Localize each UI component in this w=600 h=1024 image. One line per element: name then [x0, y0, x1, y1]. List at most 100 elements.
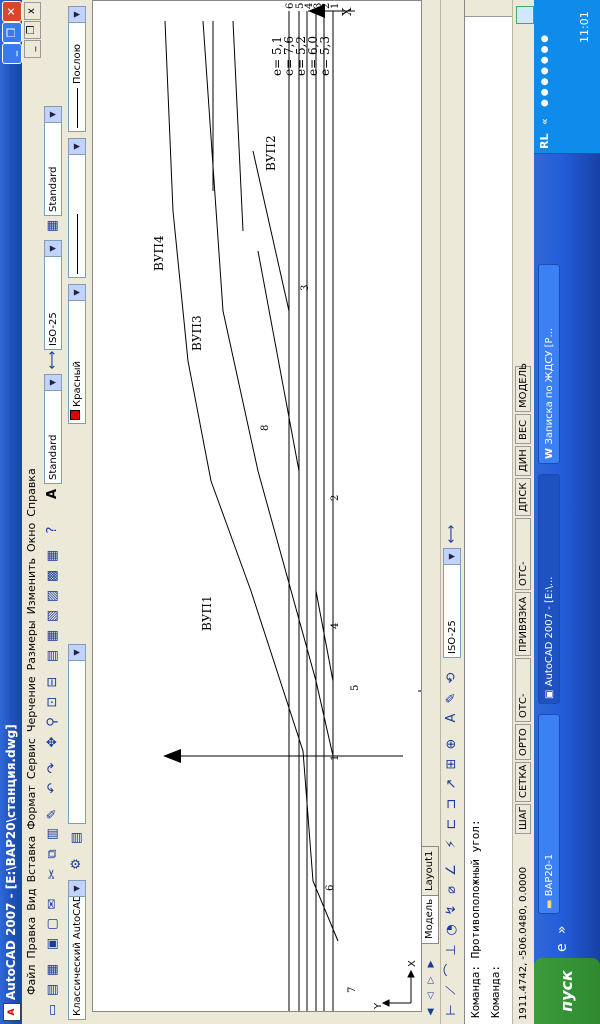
chevron-down-icon[interactable]: ▼ — [69, 645, 85, 661]
tray-chevron-icon[interactable]: « — [538, 118, 551, 125]
menu-modify[interactable]: Изменить — [22, 555, 42, 617]
layer-select[interactable]: ▼ — [68, 644, 86, 824]
copy-icon[interactable]: ⧉ — [43, 844, 63, 864]
menu-format[interactable]: Формат — [22, 782, 42, 833]
menu-window[interactable]: Окно — [22, 520, 42, 555]
menu-help[interactable]: Справка — [22, 465, 42, 519]
otrack-button[interactable]: ОТС-ОБЪЕКТ — [515, 518, 545, 590]
start-button[interactable]: пуск — [534, 958, 600, 1024]
dyn-button[interactable]: ДИН — [515, 446, 531, 476]
chevron-down-icon[interactable]: ▼ — [69, 881, 85, 897]
help-icon[interactable]: ? — [43, 520, 63, 540]
osnap-button[interactable]: ПРИВЯЗКА — [515, 592, 531, 656]
taskbar-item-autocad[interactable]: ▣ AutoCAD 2007 - [E:\... — [538, 474, 560, 704]
doc-close-button[interactable]: x — [24, 2, 41, 20]
drawing-canvas[interactable]: ВУП1 ВУП2 ВУП3 ВУП4 e= 5,1 e= 7,6 e= 5,2… — [93, 0, 422, 1011]
model-button[interactable]: МОДЕЛЬ — [515, 363, 531, 412]
menu-dimension[interactable]: Размеры — [22, 617, 42, 673]
continue-dim-icon[interactable]: ⊐ — [442, 794, 462, 814]
markup-icon[interactable]: ▩ — [43, 566, 63, 586]
chevron-down-icon[interactable]: ▼ — [45, 107, 61, 123]
open-icon[interactable]: ▤ — [43, 980, 63, 1000]
plot-icon[interactable]: ▣ — [43, 934, 63, 954]
autocad-app-icon[interactable]: A — [3, 1003, 21, 1021]
tray-icons[interactable]: ● ● ● ● ● ● ● — [540, 35, 550, 107]
text-style-select[interactable]: Standard ▼ — [44, 374, 62, 484]
ordinate-dim-icon[interactable]: ⊥ — [442, 940, 462, 960]
taskbar-item-folder[interactable]: ▬ ВАР20-1 — [538, 714, 560, 914]
radius-dim-icon[interactable]: ◔ — [442, 920, 462, 940]
dim-text-edit-icon[interactable]: ✎ — [442, 688, 462, 708]
design-center-icon[interactable]: ▦ — [43, 626, 63, 646]
menu-edit[interactable]: Правка — [22, 914, 42, 962]
chevron-down-icon[interactable]: ▼ — [45, 375, 61, 391]
arc-length-icon[interactable]: ⌒ — [442, 960, 462, 980]
quick-leader-icon[interactable]: ↗ — [442, 774, 462, 794]
zoom-realtime-icon[interactable]: ⚲ — [43, 712, 63, 732]
language-indicator[interactable]: RL — [538, 134, 551, 149]
tab-model[interactable]: Модель — [422, 893, 439, 944]
properties-icon[interactable]: ▤ — [43, 646, 63, 666]
calc-icon[interactable]: ▦ — [43, 546, 63, 566]
menu-draw[interactable]: Черчение — [22, 673, 42, 735]
save-icon[interactable]: ▦ — [43, 960, 63, 980]
grid-button[interactable]: СЕТКА — [515, 762, 531, 802]
dim-style-select-2[interactable]: ISO-25 ▼ — [443, 548, 461, 658]
zoom-window-icon[interactable]: ⊡ — [43, 692, 63, 712]
drawing-area[interactable]: ВУП1 ВУП2 ВУП3 ВУП4 e= 5,1 e= 7,6 e= 5,2… — [92, 0, 422, 1012]
quick-dim-icon[interactable]: ⚡ — [442, 834, 462, 854]
polar-button[interactable]: ОТС-ПОЛЯР — [515, 658, 545, 722]
dim-style-select[interactable]: ISO-25 ▼ — [44, 240, 62, 350]
angular-dim-icon[interactable]: ∠ — [442, 860, 462, 880]
ie-icon[interactable]: e — [554, 943, 570, 952]
ortho-button[interactable]: ОРТО — [515, 724, 531, 760]
match-prop-icon[interactable]: ✎ — [43, 804, 63, 824]
workspace-settings-icon[interactable]: ⚙ — [67, 854, 87, 874]
layer-manager-icon[interactable]: ▤ — [67, 828, 87, 848]
snap-button[interactable]: ШАГ — [515, 804, 531, 834]
ducs-button[interactable]: ДПСК — [515, 478, 531, 516]
pan-icon[interactable]: ✥ — [43, 732, 63, 752]
tab-layout1[interactable]: Layout1 — [422, 845, 439, 896]
baseline-dim-icon[interactable]: ⊏ — [442, 814, 462, 834]
chevron-down-icon[interactable]: ▼ — [444, 549, 460, 565]
chevron-down-icon[interactable]: ▼ — [45, 241, 61, 257]
preview-icon[interactable]: ▢ — [43, 914, 63, 934]
dim-update-icon[interactable]: ⟲ — [442, 668, 462, 688]
cut-icon[interactable]: ✂ — [43, 864, 63, 884]
redo-icon[interactable]: ↷ — [43, 758, 63, 778]
lwt-button[interactable]: ВЕС — [515, 414, 531, 444]
chevron-down-icon[interactable]: ▼ — [69, 7, 85, 23]
new-icon[interactable]: ▭ — [43, 1000, 63, 1020]
doc-minimize-button[interactable]: _ — [24, 40, 41, 58]
command-scrollbar[interactable] — [465, 0, 513, 17]
tool-palettes-icon[interactable]: ▧ — [43, 606, 63, 626]
tray-settings-icon[interactable] — [516, 6, 534, 24]
center-mark-icon[interactable]: ⊕ — [442, 734, 462, 754]
doc-restore-button[interactable]: ❐ — [24, 21, 41, 39]
paste-icon[interactable]: ▥ — [43, 824, 63, 844]
menu-insert[interactable]: Вставка — [22, 833, 42, 886]
undo-icon[interactable]: ↶ — [43, 778, 63, 798]
last-tab-icon[interactable]: ▶ — [421, 954, 441, 974]
show-desktop-icon[interactable]: » — [554, 925, 570, 934]
linetype-select[interactable]: ▼ — [68, 138, 86, 278]
chevron-down-icon[interactable]: ▼ — [69, 139, 85, 155]
diameter-dim-icon[interactable]: ⌀ — [442, 880, 462, 900]
aligned-dim-icon[interactable]: ⟋ — [442, 980, 462, 1000]
taskbar-item-word[interactable]: W Записка по ЖДСУ [Р... — [538, 264, 560, 464]
document-icon[interactable] — [22, 998, 42, 1024]
menu-file[interactable]: Файл — [22, 962, 42, 998]
minimize-button[interactable]: _ — [2, 43, 22, 64]
restore-button[interactable]: ❐ — [2, 22, 22, 43]
command-prompt[interactable]: Команда: — [489, 965, 502, 1018]
menu-tools[interactable]: Сервис — [22, 735, 42, 782]
zoom-previous-icon[interactable]: ⊟ — [43, 672, 63, 692]
lineweight-select[interactable]: Послою ▼ — [68, 6, 86, 132]
dim-edit-icon[interactable]: A — [442, 708, 462, 728]
tolerance-icon[interactable]: ⊞ — [442, 754, 462, 774]
chevron-down-icon[interactable]: ▼ — [69, 285, 85, 301]
workspace-select[interactable]: Классический AutoCAD ▼ — [68, 880, 86, 1020]
close-button[interactable]: ✕ — [2, 1, 22, 22]
menu-view[interactable]: Вид — [22, 885, 42, 913]
